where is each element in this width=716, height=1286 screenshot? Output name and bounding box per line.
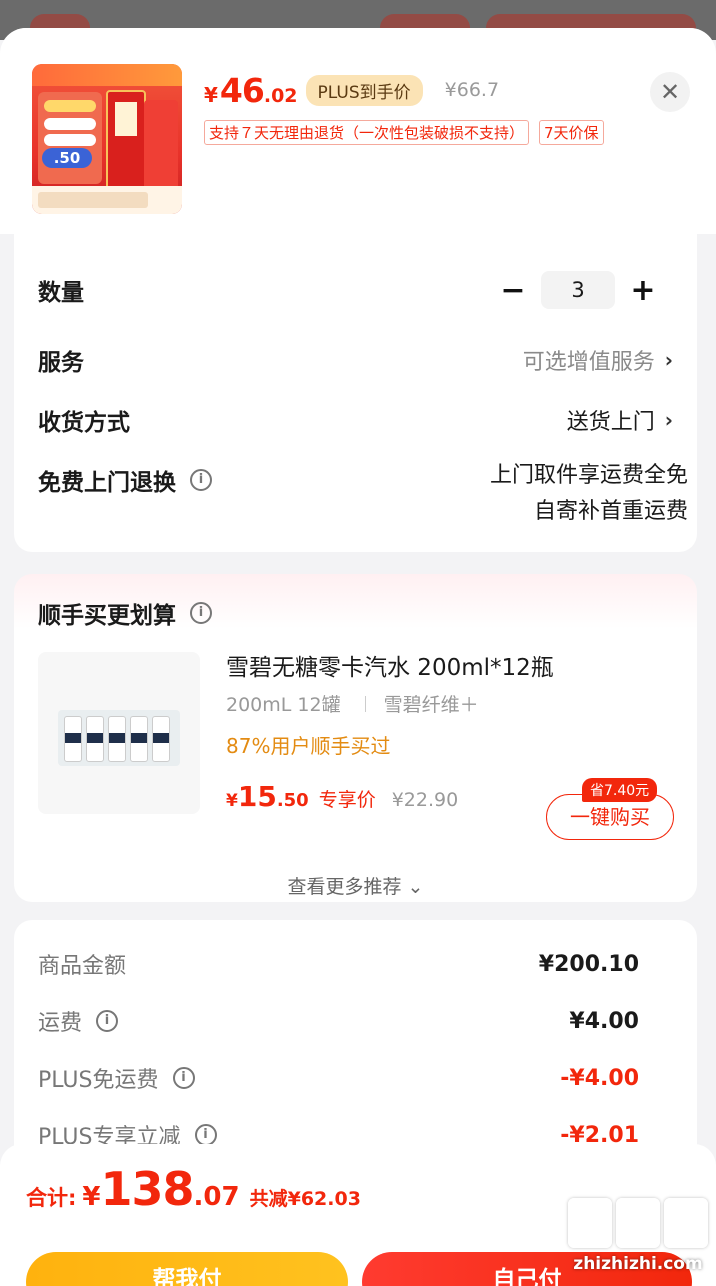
delivery-label: 收货方式 [38,410,130,436]
watermark-icon [664,1198,708,1248]
total-row: 合计: ¥ 138 .07 共减¥62.03 [26,1162,361,1216]
info-icon[interactable]: i [190,602,212,624]
watermark-text: zhizhizhi.com [573,1254,703,1274]
product-header: .50 ¥ 46 .02 PLUS到手价 ¥66.7 ✕ 支持７天无理由退货（一… [0,28,716,234]
goods-amount-label: 商品金额 [38,954,127,979]
recommend-original-price: ¥22.90 [391,789,459,811]
service-row[interactable]: 服务 可选增值服务 › [38,340,673,380]
watermark-icon [568,1198,612,1248]
recommend-card: 顺手买更划算 i 雪碧无糖零卡汽水 200ml*12瓶 200mL 12罐 雪碧… [14,574,697,902]
watermark-icon [616,1198,660,1248]
plus-price-tag: PLUS到手价 [305,74,423,106]
decrease-button[interactable]: − [493,273,533,308]
close-icon: ✕ [659,78,681,106]
info-icon[interactable]: i [194,1124,217,1146]
service-value: 可选增值服务 [522,350,655,375]
recommend-product-image[interactable] [38,652,200,814]
quantity-row: 数量 − 3 + [38,270,673,310]
total-saved: 共减¥62.03 [249,1188,361,1210]
plus-price: ¥ 46 .02 [204,70,298,110]
help-pay-button[interactable]: 帮我付 [26,1252,348,1286]
quantity-label: 数量 [38,280,84,306]
shipping-value: ¥4.00 [569,1008,639,1034]
can-image [106,90,146,190]
info-icon[interactable]: i [190,469,212,491]
quantity-stepper: − 3 + [493,271,663,309]
chevron-right-icon: › [664,348,673,372]
return-line-1: 上门取件享运费全免 [489,463,688,488]
save-badge: 省7.40元 [582,778,658,802]
goods-amount-value: ¥200.10 [538,951,639,977]
recommend-title: 顺手买更划算 i [38,596,212,630]
bought-together-rate: 87%用户顺手买过 [226,734,391,758]
summary-row: 运费 i ¥4.00 [38,1001,639,1041]
total-label: 合计: [26,1186,77,1210]
thumb-badge: .50 [42,148,92,168]
free-return-detail: 上门取件享运费全免 自寄补首重运费 [490,458,688,530]
box-image [144,100,178,190]
price-protect-tag: 7天价保 [539,120,604,145]
service-tags: 支持７天无理由退货（一次性包装破损不支持） 7天价保 [204,120,604,145]
delivery-row[interactable]: 收货方式 送货上门 › [38,400,673,440]
recommend-specs: 200mL 12罐 雪碧纤维＋ [226,694,479,716]
recommend-price-row: ¥ 15 .50 专享价 ¥22.90 [226,780,458,813]
return-line-2: 自寄补首重运费 [533,499,688,524]
total-price: ¥ 138 .07 [82,1162,240,1216]
plus-free-shipping-value: -¥4.00 [560,1065,639,1091]
recommend-price: ¥ 15 .50 [226,780,309,813]
more-recommendations-link[interactable]: 查看更多推荐 ⌄ [14,872,697,899]
return-policy-tag: 支持７天无理由退货（一次性包装破损不支持） [204,120,530,145]
price-row: ¥ 46 .02 PLUS到手价 ¥66.7 [204,70,500,110]
exclusive-price-tag: 专享价 [318,789,376,811]
plus-free-shipping-label: PLUS免运费 [38,1068,159,1093]
watermark-logo: zhizhizhi.com [562,1198,714,1284]
close-button[interactable]: ✕ [650,72,690,112]
delivery-value: 送货上门 [566,410,655,435]
shipping-label: 运费 [38,1011,83,1036]
info-icon[interactable]: i [96,1010,119,1032]
original-price: ¥66.7 [444,79,500,101]
service-label: 服务 [38,350,84,376]
quantity-input[interactable]: 3 [541,271,615,309]
free-return-label: 免费上门退换 [38,470,176,496]
recommend-product-name[interactable]: 雪碧无糖零卡汽水 200ml*12瓶 [226,648,554,682]
chevron-right-icon: › [664,408,673,432]
product-thumbnail: .50 [32,64,182,214]
increase-button[interactable]: + [623,273,663,308]
purchase-sheet: .50 ¥ 46 .02 PLUS到手价 ¥66.7 ✕ 支持７天无理由退货（一… [0,28,716,1286]
info-icon[interactable]: i [172,1067,195,1089]
summary-row: PLUS免运费 i -¥4.00 [38,1058,639,1098]
summary-row: 商品金额 ¥200.10 [38,944,639,984]
